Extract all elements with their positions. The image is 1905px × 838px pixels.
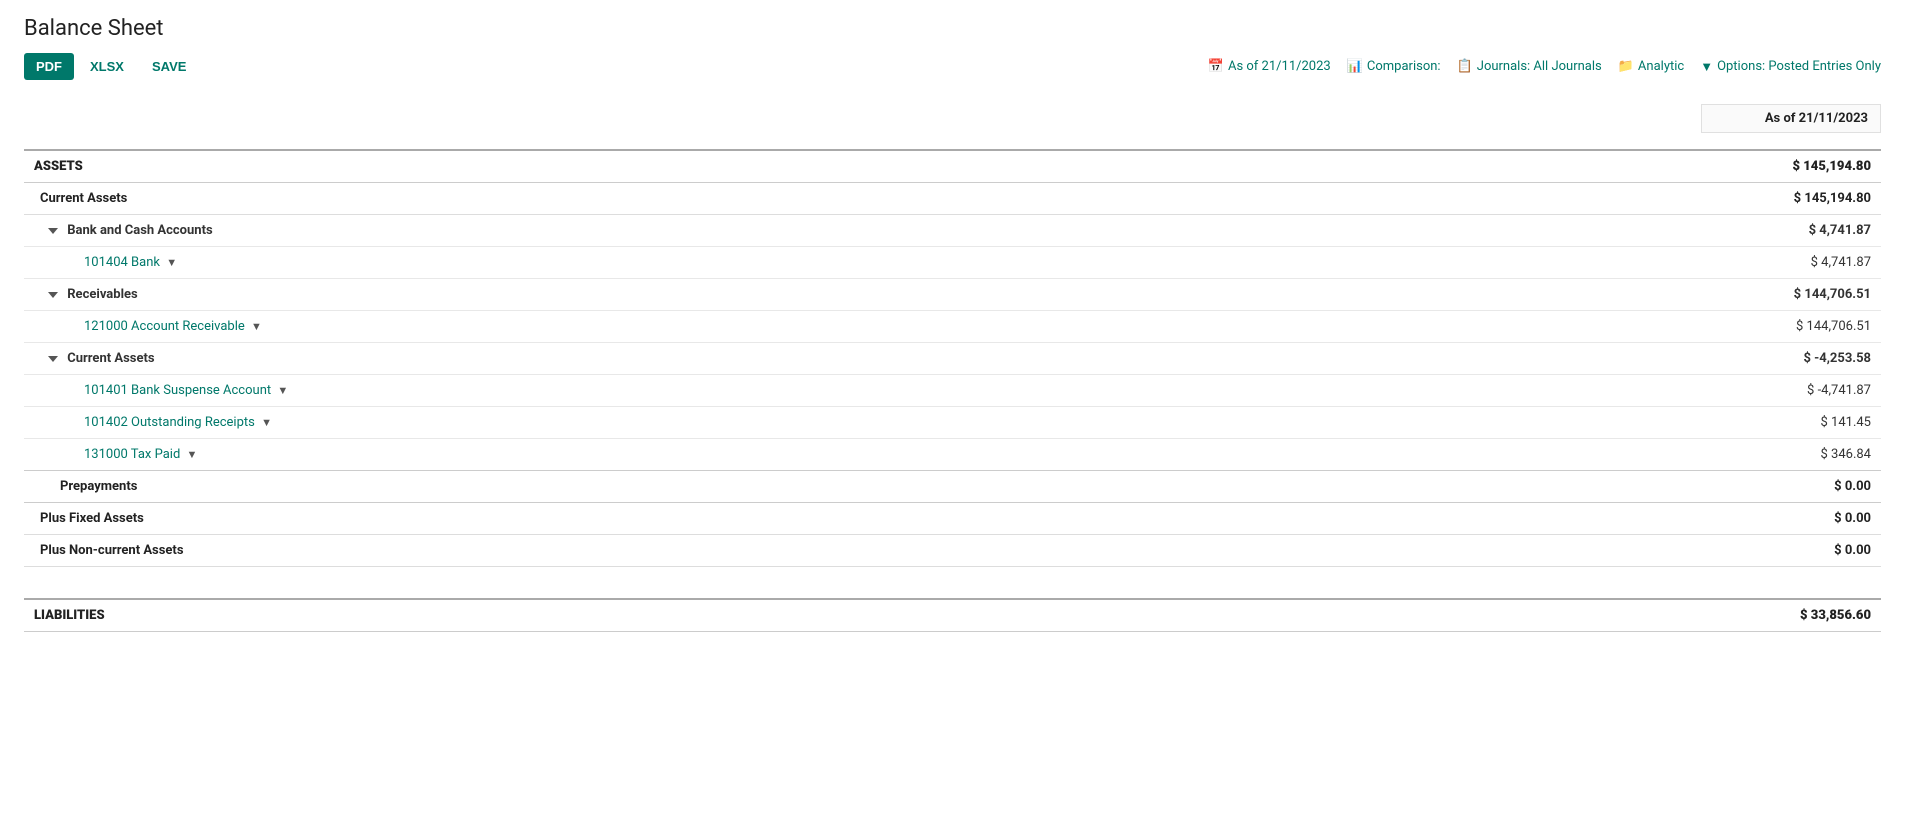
plus-non-current-label: Plus Non-current Assets [24,535,1701,567]
comparison-filter[interactable]: 📊 Comparison: [1347,59,1441,74]
bank-cash-amount: $ 4,741.87 [1701,215,1881,247]
dropdown-arrow-icon: ▼ [277,384,288,397]
journal-icon: 📋 [1457,59,1473,74]
date-filter[interactable]: 📅 As of 21/11/2023 [1208,59,1331,74]
receivables-row: Receivables $ 144,706.51 [24,279,1881,311]
account-101402-label[interactable]: 101402 Outstanding Receipts ▼ [24,407,1701,439]
toolbar: PDF XLSX SAVE 📅 As of 21/11/2023 📊 Compa… [24,53,1881,80]
dropdown-arrow-icon: ▼ [166,256,177,269]
current-assets-top-row: Current Assets $ 145,194.80 [24,183,1881,215]
dropdown-arrow-icon: ▼ [251,320,262,333]
account-101401-link[interactable]: 101401 Bank Suspense Account ▼ [84,383,288,398]
page-title: Balance Sheet [24,16,1881,41]
account-121000-link[interactable]: 121000 Account Receivable ▼ [84,319,262,334]
account-101401-label[interactable]: 101401 Bank Suspense Account ▼ [24,375,1701,407]
analytic-filter[interactable]: 📁 Analytic [1618,59,1684,74]
report-header: As of 21/11/2023 [24,96,1881,141]
prepayments-amount: $ 0.00 [1701,471,1881,503]
receivables-label[interactable]: Receivables [24,279,1701,311]
current-assets-sub-amount: $ -4,253.58 [1701,343,1881,375]
assets-label: ASSETS [24,150,1701,183]
save-button[interactable]: SAVE [140,53,198,80]
report-table: ASSETS $ 145,194.80 Current Assets $ 145… [24,149,1881,632]
account-101404-label[interactable]: 101404 Bank ▼ [24,247,1701,279]
spacer-row [24,567,1881,599]
account-101401-amount: $ -4,741.87 [1701,375,1881,407]
prepayments-label: Prepayments [24,471,1701,503]
current-assets-sub-label[interactable]: Current Assets [24,343,1701,375]
spacer-cell [24,567,1881,599]
account-131000-link[interactable]: 131000 Tax Paid ▼ [84,447,197,462]
chevron-down-icon [48,292,58,298]
current-assets-top-amount: $ 145,194.80 [1701,183,1881,215]
account-101402-link[interactable]: 101402 Outstanding Receipts ▼ [84,415,272,430]
receivables-amount: $ 144,706.51 [1701,279,1881,311]
journals-filter[interactable]: 📋 Journals: All Journals [1457,59,1602,74]
toolbar-filters: 📅 As of 21/11/2023 📊 Comparison: 📋 Journ… [1208,59,1881,75]
account-101402-amount: $ 141.45 [1701,407,1881,439]
account-121000-label[interactable]: 121000 Account Receivable ▼ [24,311,1701,343]
account-121000-row: 121000 Account Receivable ▼ $ 144,706.51 [24,311,1881,343]
account-101401-row: 101401 Bank Suspense Account ▼ $ -4,741.… [24,375,1881,407]
dropdown-arrow-icon: ▼ [261,416,272,429]
report-header-col: As of 21/11/2023 [1701,104,1881,133]
dropdown-arrow-icon: ▼ [187,448,198,461]
account-131000-amount: $ 346.84 [1701,439,1881,471]
current-assets-top-label: Current Assets [24,183,1701,215]
plus-fixed-assets-row: Plus Fixed Assets $ 0.00 [24,503,1881,535]
account-131000-label[interactable]: 131000 Tax Paid ▼ [24,439,1701,471]
liabilities-amount: $ 33,856.60 [1701,599,1881,632]
liabilities-section-row: LIABILITIES $ 33,856.60 [24,599,1881,632]
pdf-button[interactable]: PDF [24,53,74,80]
prepayments-row: Prepayments $ 0.00 [24,471,1881,503]
plus-fixed-assets-label: Plus Fixed Assets [24,503,1701,535]
bank-cash-label[interactable]: Bank and Cash Accounts [24,215,1701,247]
liabilities-label: LIABILITIES [24,599,1701,632]
page-wrapper: Balance Sheet PDF XLSX SAVE 📅 As of 21/1… [0,0,1905,648]
current-assets-sub-row: Current Assets $ -4,253.58 [24,343,1881,375]
bank-cash-row: Bank and Cash Accounts $ 4,741.87 [24,215,1881,247]
chart-icon: 📊 [1347,59,1363,74]
analytic-icon: 📁 [1618,59,1634,74]
assets-amount: $ 145,194.80 [1701,150,1881,183]
account-131000-row: 131000 Tax Paid ▼ $ 346.84 [24,439,1881,471]
plus-non-current-amount: $ 0.00 [1701,535,1881,567]
chevron-down-icon [48,356,58,362]
account-101404-amount: $ 4,741.87 [1701,247,1881,279]
account-121000-amount: $ 144,706.51 [1701,311,1881,343]
chevron-down-icon [48,228,58,234]
account-101404-row: 101404 Bank ▼ $ 4,741.87 [24,247,1881,279]
plus-non-current-row: Plus Non-current Assets $ 0.00 [24,535,1881,567]
assets-section-row: ASSETS $ 145,194.80 [24,150,1881,183]
filter-icon: ▼ [1700,59,1713,75]
xlsx-button[interactable]: XLSX [78,53,136,80]
account-101402-row: 101402 Outstanding Receipts ▼ $ 141.45 [24,407,1881,439]
account-101404-link[interactable]: 101404 Bank ▼ [84,255,177,270]
calendar-icon: 📅 [1208,59,1224,74]
options-filter[interactable]: ▼ Options: Posted Entries Only [1700,59,1881,75]
plus-fixed-assets-amount: $ 0.00 [1701,503,1881,535]
